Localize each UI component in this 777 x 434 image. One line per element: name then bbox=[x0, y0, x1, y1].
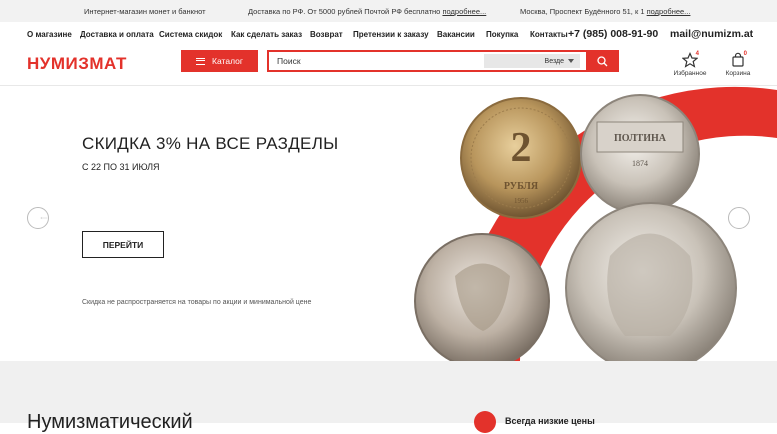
coin2-word: ПОЛТИНА bbox=[614, 133, 667, 144]
search-scope-value: Везде bbox=[544, 57, 564, 65]
prev-slide-button[interactable] bbox=[27, 207, 49, 229]
nav-item-how-to-order[interactable]: Как сделать заказ bbox=[231, 30, 302, 39]
site-logo[interactable]: НУМИЗМАТ bbox=[27, 54, 127, 74]
cart-count: 0 bbox=[743, 51, 747, 57]
nav-item-vacancies[interactable]: Вакансии bbox=[437, 30, 475, 39]
banner-subtitle: С 22 ПО 31 ИЮЛЯ bbox=[82, 162, 160, 172]
banner-artwork: 2 РУБЛЯ 1956 ПОЛТИНА 1874 bbox=[414, 86, 777, 361]
site-header: НУМИЗМАТ Каталог Везде 4 Избранное 0 Кор… bbox=[0, 46, 777, 86]
nav-item-claims[interactable]: Претензии к заказу bbox=[353, 30, 429, 39]
delivery-info: Доставка по РФ. От 5000 рублей Почтой РФ… bbox=[248, 7, 487, 16]
favorites-button[interactable]: 4 Избранное bbox=[670, 51, 710, 77]
banner-go-button[interactable]: ПЕРЕЙТИ bbox=[82, 231, 164, 258]
favorites-count: 4 bbox=[695, 51, 699, 57]
delivery-more-link[interactable]: подробнее... bbox=[442, 7, 486, 16]
nav-item-about[interactable]: О магазине bbox=[27, 30, 72, 39]
next-slide-button[interactable] bbox=[728, 207, 750, 229]
email-link[interactable]: mail@numizm.at bbox=[670, 28, 753, 40]
nav-item-delivery[interactable]: Доставка и оплата bbox=[80, 30, 154, 39]
low-prices-heading: Всегда низкие цены bbox=[505, 416, 595, 426]
cart-icon: 0 bbox=[730, 51, 747, 68]
star-icon: 4 bbox=[681, 51, 699, 68]
nav-item-contacts[interactable]: Контакты bbox=[530, 30, 568, 39]
catalog-button-label: Каталог bbox=[212, 56, 243, 66]
arrow-left-icon bbox=[40, 216, 48, 220]
arrow-right-icon bbox=[729, 216, 737, 220]
nav-item-purchase[interactable]: Покупка bbox=[486, 30, 518, 39]
search-input[interactable] bbox=[277, 54, 477, 68]
address-info: Москва, Проспект Будённого 51, к 1 подро… bbox=[520, 7, 691, 16]
promo-banner: 2 РУБЛЯ 1956 ПОЛТИНА 1874 СКИДКА 3% НА В… bbox=[0, 86, 777, 361]
chevron-down-icon bbox=[568, 59, 574, 63]
search-button[interactable] bbox=[586, 50, 619, 72]
nav-item-returns[interactable]: Возврат bbox=[310, 30, 343, 39]
nav-item-discounts[interactable]: Система скидок bbox=[159, 30, 222, 39]
store-tagline: Интернет-магазин монет и банкнот bbox=[84, 7, 206, 16]
coin1-word: РУБЛЯ bbox=[504, 181, 539, 192]
cart-label: Корзина bbox=[725, 70, 751, 77]
main-nav: О магазине Доставка и оплата Система ски… bbox=[0, 22, 777, 46]
coin2-year: 1874 bbox=[632, 159, 648, 168]
below-fold-section: Нумизматический Всегда низкие цены bbox=[0, 361, 777, 433]
phone-link[interactable]: +7 (985) 008-91-90 bbox=[568, 28, 658, 40]
banner-note: Скидка не распространяется на товары по … bbox=[82, 299, 312, 306]
favorites-label: Избранное bbox=[673, 70, 707, 77]
search-bar: Везде bbox=[267, 50, 619, 72]
cart-button[interactable]: 0 Корзина bbox=[718, 51, 758, 77]
menu-icon bbox=[196, 57, 206, 65]
price-tag-icon bbox=[474, 411, 496, 433]
coin1-value: 2 bbox=[511, 125, 532, 171]
top-info-bar: Интернет-магазин монет и банкнот Доставк… bbox=[0, 0, 777, 22]
catalog-button[interactable]: Каталог bbox=[181, 50, 258, 72]
coin1-year: 1956 bbox=[514, 197, 529, 205]
banner-title: СКИДКА 3% НА ВСЕ РАЗДЕЛЫ bbox=[82, 134, 339, 153]
address-more-link[interactable]: подробнее... bbox=[647, 7, 691, 16]
search-scope-select[interactable]: Везде bbox=[484, 54, 580, 68]
search-icon bbox=[597, 55, 608, 66]
